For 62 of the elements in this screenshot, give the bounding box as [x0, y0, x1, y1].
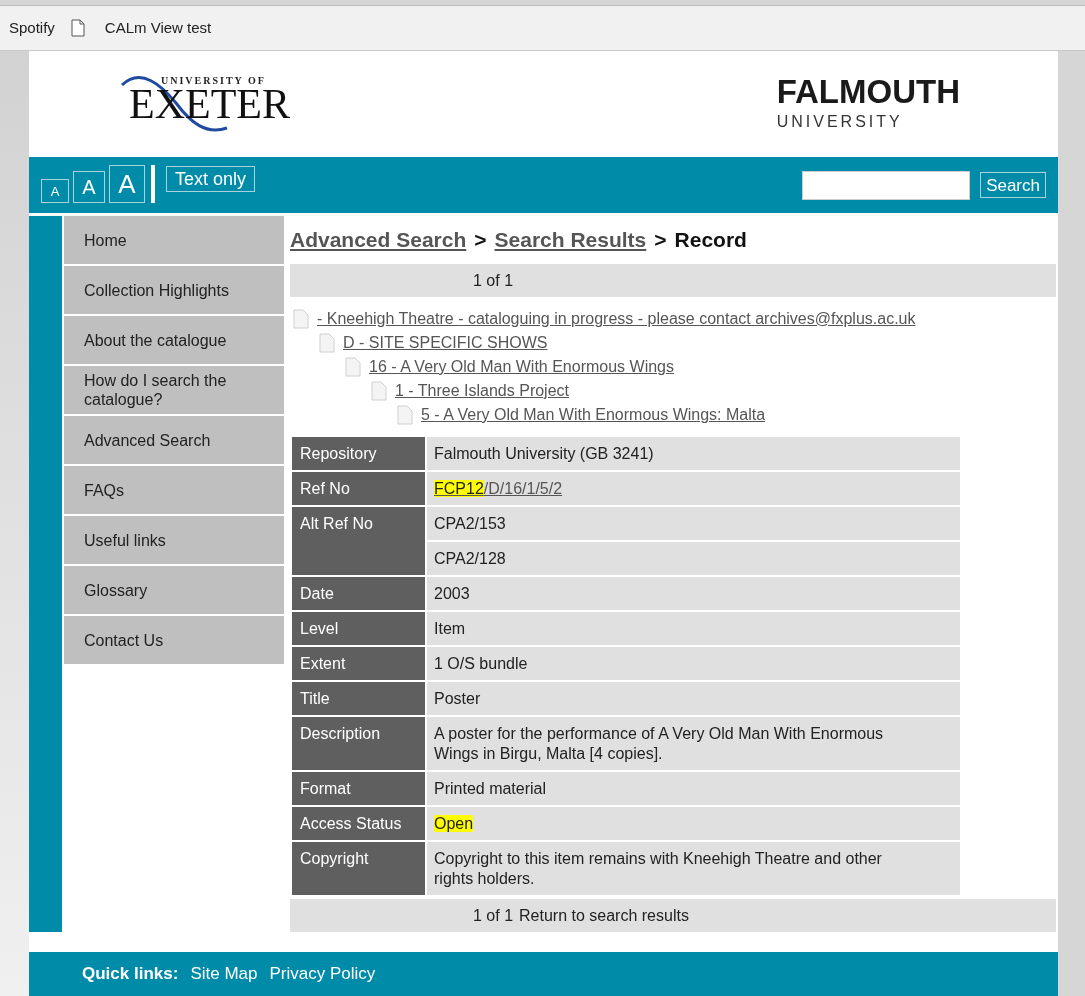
page-count: 1 of 1 [473, 270, 514, 291]
breadcrumb-current: Record [674, 227, 747, 254]
nav-item[interactable]: How do I search the catalogue? [64, 366, 284, 414]
tree-link[interactable]: D - SITE SPECIFIC SHOWS [343, 331, 548, 355]
field-label: Access Status [292, 807, 425, 840]
return-link[interactable]: Return to search results [519, 903, 689, 928]
nav-item[interactable]: Glossary [64, 566, 284, 614]
nav-item[interactable]: About the catalogue [64, 316, 284, 364]
field-value: 1 O/S bundle [434, 655, 528, 672]
bookmark-link[interactable]: CALm View test [104, 16, 212, 40]
field-value: CPA2/153 [434, 515, 506, 532]
bookmark-link[interactable]: Spotify [9, 16, 55, 40]
nav-item[interactable]: Collection Highlights [64, 266, 284, 314]
nav-item[interactable]: Advanced Search [64, 416, 284, 464]
breadcrumb-link[interactable]: Search Results [494, 224, 647, 256]
text-size-button[interactable]: A [109, 165, 145, 203]
page-icon [70, 19, 85, 37]
tree-link[interactable]: 5 - A Very Old Man With Enormous Wings: Malta [421, 403, 766, 427]
nav-item[interactable]: FAQs [64, 466, 284, 514]
field-label: Repository [292, 437, 425, 470]
field-label: Extent [292, 647, 425, 680]
document-icon [293, 309, 309, 329]
footer-link[interactable]: Site Map [190, 961, 258, 987]
breadcrumb-separator: > [474, 227, 487, 254]
field-value: Item [434, 620, 466, 637]
footer-link[interactable]: Privacy Policy [269, 961, 376, 987]
quick-links-label: Quick links: [82, 963, 179, 986]
breadcrumb-separator: > [654, 227, 667, 254]
document-icon [345, 357, 361, 377]
field-value: CPA2/128 [434, 550, 506, 567]
text-only-button[interactable]: Text only [166, 166, 256, 192]
tree-link[interactable]: - Kneehigh Theatre - cataloguing in progress - please contact archives@fxplus.ac.uk [317, 307, 916, 331]
document-icon [397, 405, 413, 425]
document-icon [371, 381, 387, 401]
search-button[interactable]: Search [980, 172, 1046, 198]
field-label: Copyright [292, 842, 425, 895]
nav-item[interactable]: Useful links [64, 516, 284, 564]
document-icon [319, 333, 335, 353]
field-label: Title [292, 682, 425, 715]
field-label: Level [292, 612, 425, 645]
nav-item[interactable]: Home [64, 216, 284, 264]
field-label: Format [292, 772, 425, 805]
field-label: Ref No [292, 472, 425, 505]
field-value: Printed material [434, 780, 547, 797]
page-count: 1 of 1 [473, 905, 514, 926]
field-value: 2003 [434, 585, 470, 602]
field-value: Falmouth University (GB 3241) [434, 445, 654, 462]
falmouth-logo: FALMOUTH UNIVERSITY [776, 74, 960, 132]
search-field[interactable] [802, 170, 971, 200]
field-value: Open [434, 815, 474, 832]
field-label: Date [292, 577, 425, 610]
text-size-button[interactable]: A [73, 171, 105, 203]
tree-link[interactable]: 1 - Three Islands Project [395, 379, 569, 403]
breadcrumb-link[interactable]: Advanced Search [290, 224, 467, 256]
field-value: A poster for the performance of A Very Old Man With Enormous Wings in Birgu, Malta [4 copies]. [434, 725, 884, 762]
nav-item[interactable]: Contact Us [64, 616, 284, 664]
field-label: Description [292, 717, 425, 770]
field-label: Alt Ref No [292, 507, 425, 575]
field-value: Poster [434, 690, 481, 707]
tree-link[interactable]: 16 - A Very Old Man With Enormous Wings [369, 355, 674, 379]
field-value: Copyright to this item remains with Kneehigh Theatre and other rights holders. [434, 850, 882, 887]
text-size-button[interactable]: A [41, 179, 69, 203]
